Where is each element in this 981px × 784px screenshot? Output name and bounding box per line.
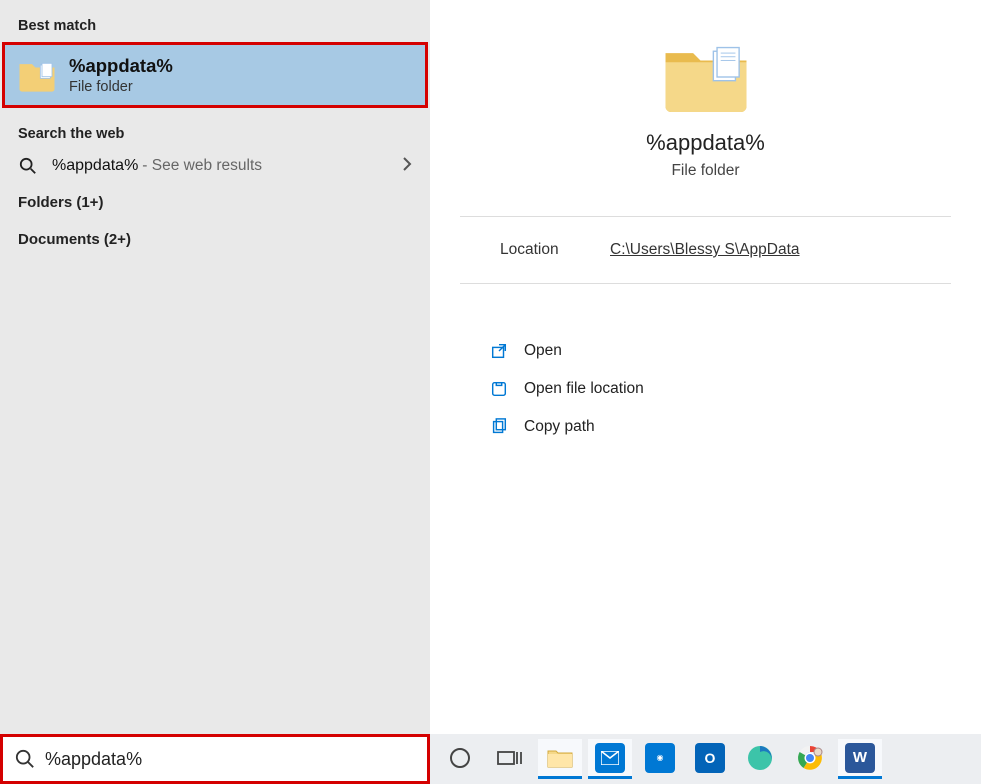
preview-title: %appdata% (646, 130, 765, 156)
open-file-location-label: Open file location (524, 380, 644, 398)
folder-large-icon (660, 38, 752, 116)
best-match-title: %appdata% (69, 55, 173, 77)
search-results-panel: Best match %appdata% File folder Search … (0, 0, 430, 734)
folders-group[interactable]: Folders (1+) (0, 184, 430, 221)
divider (460, 216, 951, 217)
edge-taskbar[interactable] (738, 739, 782, 779)
documents-group[interactable]: Documents (2+) (0, 221, 430, 258)
open-action[interactable]: Open (488, 332, 951, 370)
taskbar: ◉ O W (430, 734, 981, 784)
open-icon (488, 340, 510, 362)
chrome-taskbar[interactable] (788, 739, 832, 779)
divider (460, 283, 951, 284)
chevron-right-icon (402, 157, 412, 175)
dell-app-taskbar[interactable]: ◉ (638, 739, 682, 779)
web-result-item[interactable]: %appdata% - See web results (0, 148, 430, 184)
location-path[interactable]: C:\Users\Blessy S\AppData (610, 241, 800, 259)
task-view-button[interactable] (488, 739, 532, 779)
preview-subtitle: File folder (671, 162, 739, 180)
open-location-icon (488, 378, 510, 400)
best-match-header: Best match (0, 10, 430, 40)
location-row: Location C:\Users\Blessy S\AppData (460, 235, 951, 265)
file-explorer-taskbar[interactable] (538, 739, 582, 779)
search-input[interactable] (45, 749, 415, 770)
best-match-item[interactable]: %appdata% File folder (2, 42, 428, 108)
location-label: Location (500, 241, 610, 259)
search-icon (18, 156, 38, 176)
best-match-subtitle: File folder (69, 79, 173, 95)
web-result-text: %appdata% (52, 157, 138, 175)
copy-path-action[interactable]: Copy path (488, 408, 951, 446)
search-box[interactable] (0, 734, 430, 784)
outlook-taskbar[interactable]: O (688, 739, 732, 779)
folder-icon (17, 57, 57, 93)
cortana-button[interactable] (438, 739, 482, 779)
search-icon (15, 749, 35, 769)
preview-panel: %appdata% File folder Location C:\Users\… (430, 0, 981, 734)
word-taskbar[interactable]: W (838, 739, 882, 779)
open-action-label: Open (524, 342, 562, 360)
web-header: Search the web (0, 118, 430, 148)
copy-path-label: Copy path (524, 418, 595, 436)
web-result-hint: - See web results (142, 157, 262, 175)
mail-taskbar[interactable] (588, 739, 632, 779)
copy-icon (488, 416, 510, 438)
open-file-location-action[interactable]: Open file location (488, 370, 951, 408)
